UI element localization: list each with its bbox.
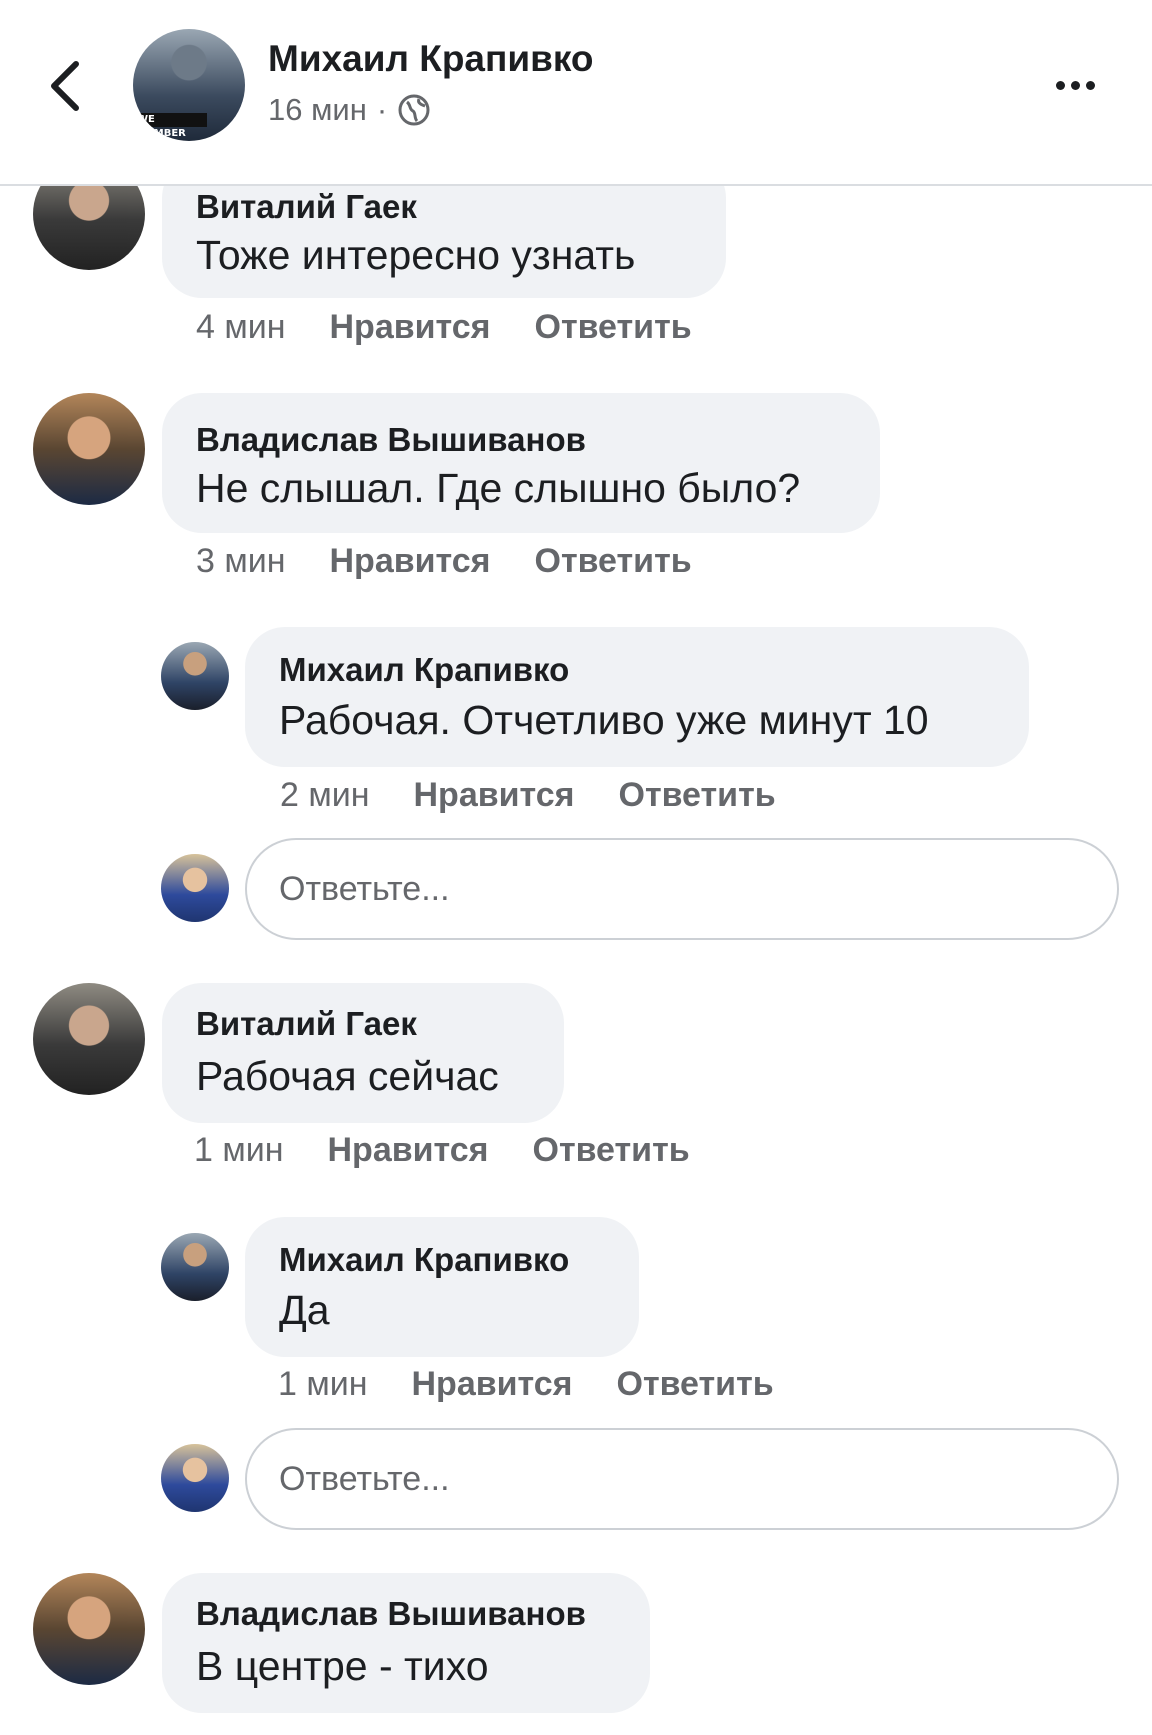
author-avatar[interactable]: WE MEMBER [133,29,245,141]
comment-text: В центре - тихо [196,1643,489,1689]
reply-input-placeholder: Ответьте... [279,869,450,908]
current-user-avatar [161,1444,229,1512]
comment-text: Тоже интересно узнать [196,232,636,278]
reply-input[interactable]: Ответьте... [245,1428,1119,1530]
globe-icon [398,94,430,126]
reply-button[interactable]: Ответить [619,776,776,815]
like-button[interactable]: Нравится [412,1365,573,1404]
reply-button[interactable]: Ответить [617,1365,774,1404]
like-button[interactable]: Нравится [330,542,491,581]
post-meta: 16 мин · [268,92,431,128]
reply-button[interactable]: Ответить [533,1131,690,1170]
comment-author[interactable]: Виталий Гаек [196,1005,417,1043]
comment-bubble: Михаил Крапивко Рабочая. Отчетливо уже м… [245,627,1029,767]
comment-text: Рабочая сейчас [196,1053,499,1099]
comment-time: 1 мин [194,1131,284,1169]
like-button[interactable]: Нравится [330,308,491,347]
comment-author[interactable]: Владислав Вышиванов [196,421,586,459]
reply-input[interactable]: Ответьте... [245,838,1119,940]
comment-actions: 3 мин Нравится Ответить [196,542,692,581]
comment-text: Не слышал. Где слышно было? [196,465,801,511]
commenter-avatar[interactable] [161,1233,229,1301]
post-header: WE MEMBER Михаил Крапивко 16 мин · [0,0,1152,186]
current-user-avatar [161,854,229,922]
meta-separator: · [376,92,388,127]
comment-bubble: Владислав Вышиванов В центре - тихо [162,1573,650,1713]
comment-actions: 1 мин Нравится Ответить [278,1365,774,1404]
commenter-avatar[interactable] [33,983,145,1095]
reply-button[interactable]: Ответить [535,308,692,347]
post-author-name[interactable]: Михаил Крапивко [268,38,593,80]
comment-time: 3 мин [196,542,286,580]
back-arrow-icon[interactable] [44,58,84,114]
more-options-icon[interactable] [1056,70,1112,100]
comment-bubble: Михаил Крапивко Да [245,1217,639,1357]
commenter-avatar[interactable] [33,393,145,505]
comment-author[interactable]: Михаил Крапивко [279,1241,569,1279]
comment-time: 2 мин [280,776,370,814]
commenter-avatar[interactable] [161,642,229,710]
comment-author[interactable]: Михаил Крапивко [279,651,569,689]
comment-actions: 2 мин Нравится Ответить [280,776,776,815]
avatar-badge: WE MEMBER [133,113,207,139]
comment-author[interactable]: Виталий Гаек [196,188,417,226]
comment-text: Рабочая. Отчетливо уже минут 10 [279,697,929,743]
like-button[interactable]: Нравится [328,1131,489,1170]
comment-time: 1 мин [278,1365,368,1403]
reply-button[interactable]: Ответить [535,542,692,581]
comment-actions: 4 мин Нравится Ответить [196,308,692,347]
comment-text: Да [279,1287,330,1333]
post-time: 16 мин [268,92,367,127]
like-button[interactable]: Нравится [414,776,575,815]
comment-actions: 1 мин Нравится Ответить [194,1131,690,1170]
comment-bubble: Владислав Вышиванов Не слышал. Где слышн… [162,393,880,533]
commenter-avatar[interactable] [33,1573,145,1685]
comment-bubble: Виталий Гаек Рабочая сейчас [162,983,564,1123]
reply-input-placeholder: Ответьте... [279,1459,450,1498]
comment-time: 4 мин [196,308,286,346]
comment-author[interactable]: Владислав Вышиванов [196,1595,586,1633]
